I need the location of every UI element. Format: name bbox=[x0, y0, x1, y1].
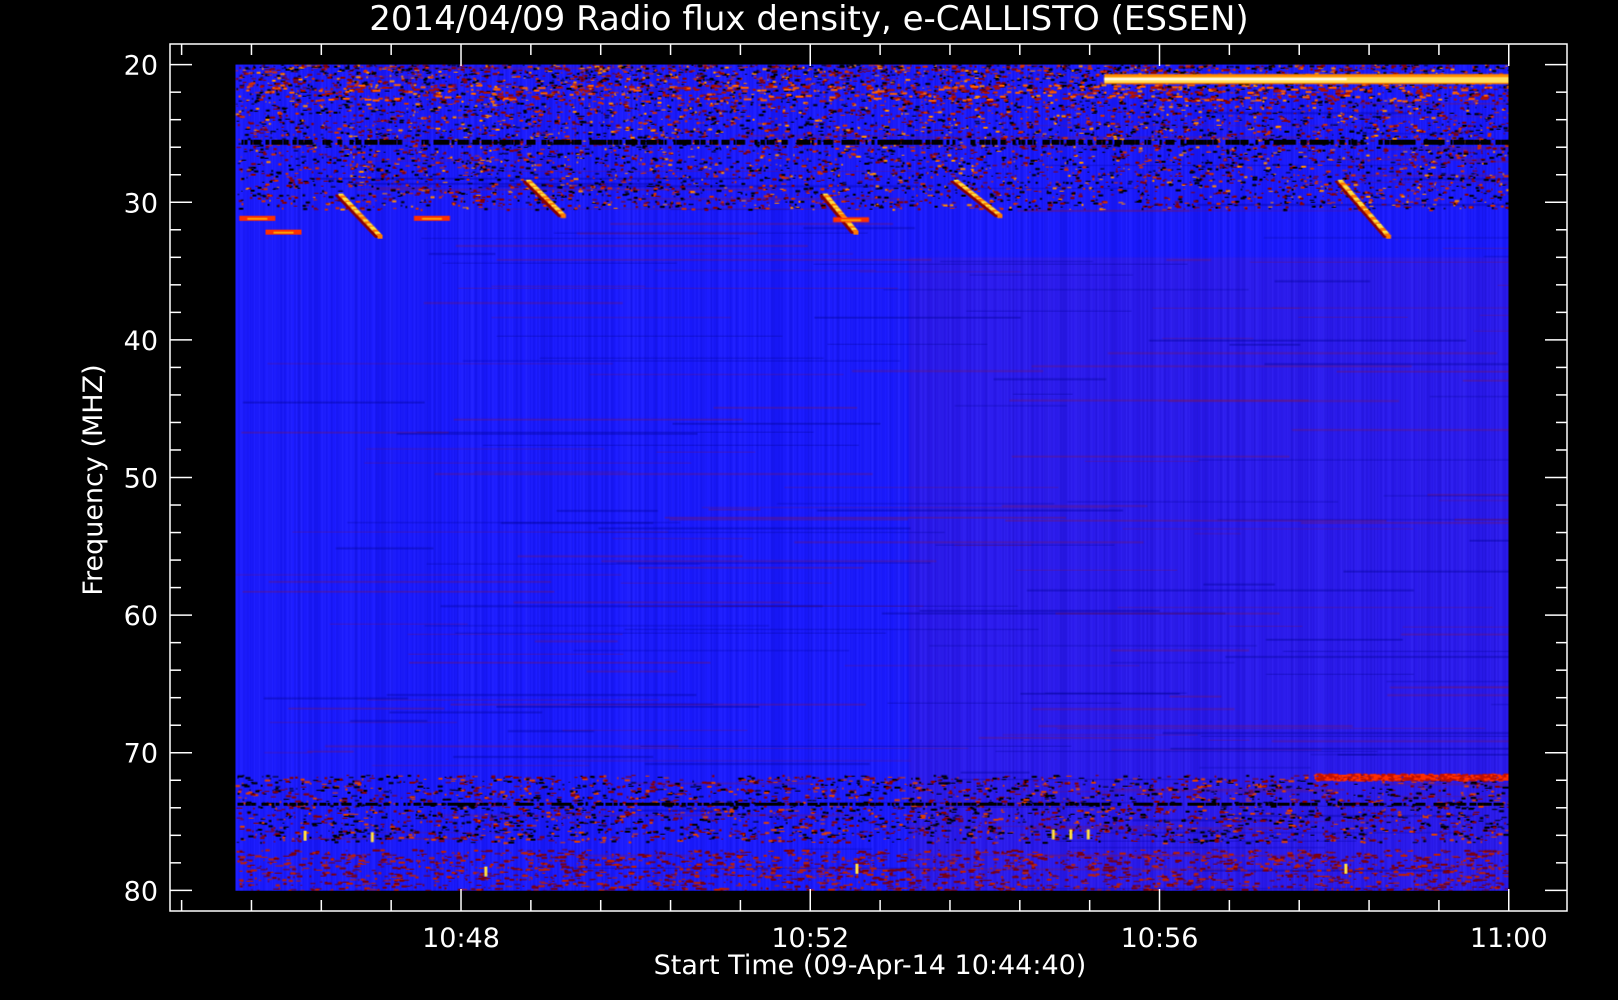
spectrogram-chart: 2030405060708010:48 10:52 10:56 11:00 2014/… bbox=[0, 0, 1618, 1000]
y-tick-label: 30 bbox=[124, 188, 158, 219]
y-tick-label: 80 bbox=[124, 876, 158, 907]
plot-area bbox=[235, 64, 1509, 891]
y-axis-label: Frequency (MHZ) bbox=[78, 364, 109, 595]
y-tick-label: 50 bbox=[124, 464, 158, 495]
y-tick-label: 20 bbox=[124, 51, 158, 82]
x-tick-label: 10:48 bbox=[422, 923, 500, 954]
spectrogram-image bbox=[235, 64, 1509, 891]
x-axis-label: Start Time (09-Apr-14 10:44:40) bbox=[654, 950, 1087, 981]
y-tick-label: 40 bbox=[124, 326, 158, 357]
y-tick-label: 60 bbox=[124, 601, 158, 632]
x-tick-label: 11:00 bbox=[1470, 923, 1548, 954]
x-tick-label: 10:56 bbox=[1121, 923, 1199, 954]
y-tick-label: 70 bbox=[124, 739, 158, 770]
chart-title: 2014/04/09 Radio flux density, e-CALLIST… bbox=[369, 0, 1248, 39]
